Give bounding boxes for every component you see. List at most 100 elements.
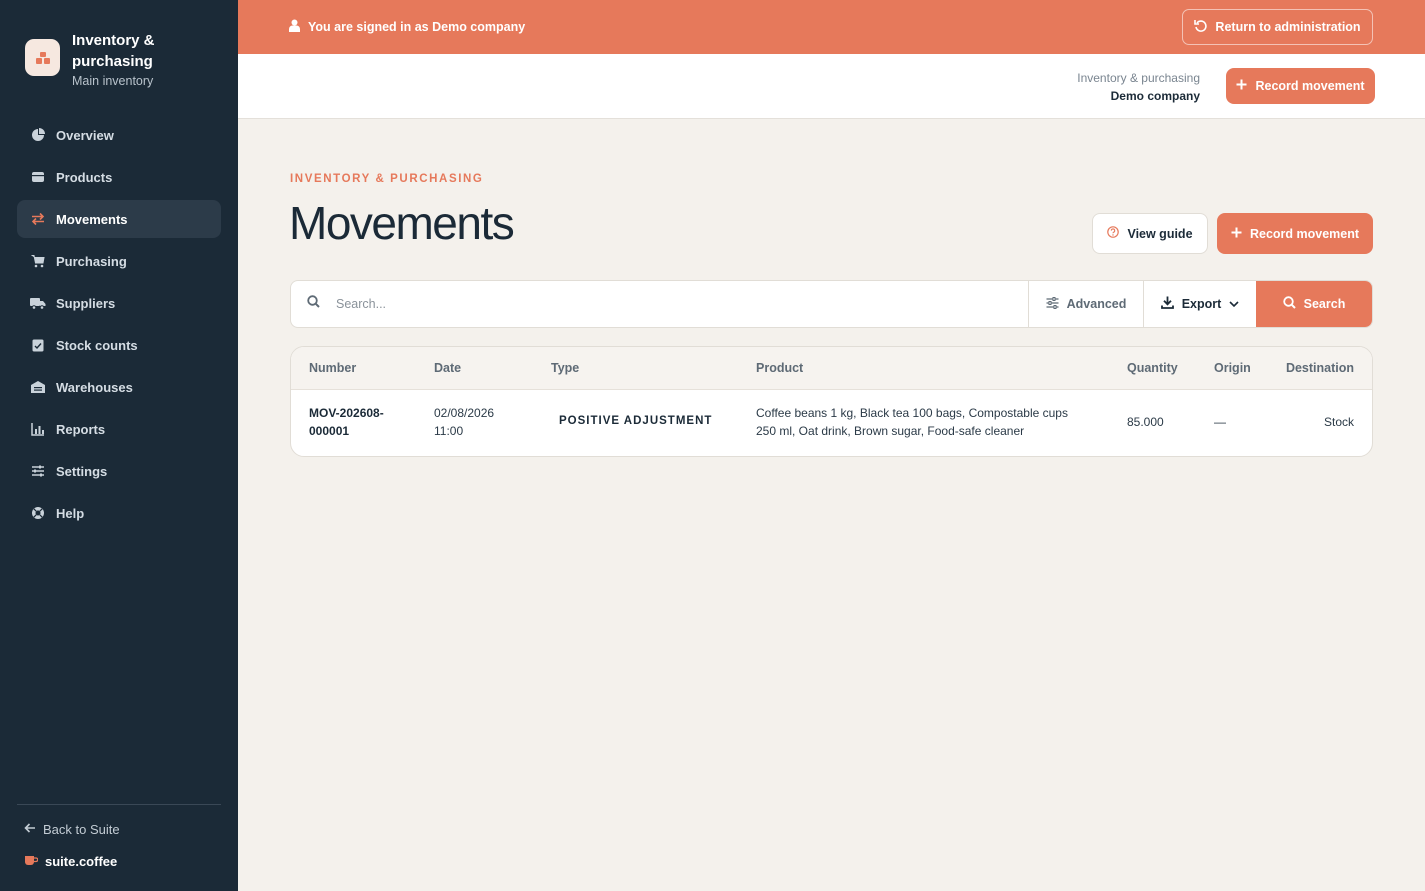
movements-table: Number Date Type Product Quantity Origin… [290, 346, 1373, 457]
product-line-1: Coffee beans 1 kg, Black tea 100 bags, C… [756, 406, 1068, 420]
sidebar-item-movements[interactable]: Movements [17, 200, 221, 238]
back-to-suite-link[interactable]: Back to Suite [24, 822, 120, 837]
sidebar: Inventory & purchasing Main inventory Ov… [0, 0, 238, 891]
product-line-2: 250 ml, Oat drink, Brown sugar, Food-saf… [756, 424, 1025, 438]
column-header-number[interactable]: Number [309, 361, 356, 375]
search-field [291, 281, 1028, 327]
sidebar-item-products[interactable]: Products [17, 158, 221, 196]
boxes-logo-icon [25, 39, 60, 76]
sidebar-item-label: Purchasing [56, 253, 127, 269]
type-badge: POSITIVE ADJUSTMENT [559, 415, 713, 427]
search-label: Search [1303, 297, 1346, 311]
sidebar-item-overview[interactable]: Overview [17, 116, 221, 154]
cell-product: Coffee beans 1 kg, Black tea 100 bags, C… [756, 404, 1096, 440]
number-line-1: MOV-202608- [309, 406, 384, 420]
column-header-origin[interactable]: Origin [1214, 361, 1251, 375]
cell-origin: — [1214, 415, 1226, 429]
sidebar-item-reports[interactable]: Reports [17, 410, 221, 448]
export-dropdown[interactable]: Export [1143, 281, 1256, 327]
advanced-label: Advanced [1066, 297, 1127, 311]
record-movement-label: Record movement [1249, 226, 1360, 241]
sidebar-nav: Overview Products Movements Purchasing S… [17, 116, 221, 536]
sidebar-item-suppliers[interactable]: Suppliers [17, 284, 221, 322]
cell-number: MOV-202608- 000001 [309, 404, 384, 440]
cart-icon [30, 253, 46, 269]
sidebar-item-label: Stock counts [56, 337, 138, 353]
sidebar-item-label: Suppliers [56, 295, 116, 311]
sliders-icon [1046, 296, 1059, 312]
search-input[interactable] [336, 297, 936, 311]
sidebar-item-label: Settings [56, 463, 108, 479]
arrow-left-icon [24, 822, 36, 837]
sidebar-item-label: Help [56, 505, 85, 521]
plus-icon [1231, 227, 1242, 241]
warehouse-icon [30, 379, 46, 395]
clipboard-check-icon [30, 337, 46, 353]
view-guide-button[interactable]: View guide [1092, 213, 1208, 254]
column-header-quantity[interactable]: Quantity [1127, 361, 1178, 375]
number-line-2: 000001 [309, 424, 350, 438]
record-movement-label: Record movement [1255, 79, 1365, 93]
page-title: Movements [289, 197, 515, 249]
bar-chart-icon [30, 421, 46, 437]
brand-subtitle: Main inventory [72, 74, 154, 88]
search-bar: Advanced Export Search [290, 280, 1373, 328]
banner-text: You are signed in as Demo company [308, 20, 526, 34]
box-icon [30, 169, 46, 185]
column-header-type[interactable]: Type [551, 361, 579, 375]
header-context: Inventory & purchasing Demo company [1077, 69, 1200, 105]
sliders-icon [30, 463, 46, 479]
sidebar-item-label: Overview [56, 127, 114, 143]
advanced-filter-button[interactable]: Advanced [1028, 281, 1143, 327]
search-icon [307, 295, 320, 313]
brand[interactable]: Inventory & purchasing Main inventory [25, 30, 192, 89]
undo-icon [1194, 19, 1208, 35]
suite-brand-label: suite.coffee [45, 854, 118, 869]
page-eyebrow: INVENTORY & PURCHASING [290, 173, 484, 185]
header-company: Demo company [1110, 89, 1200, 103]
sidebar-item-label: Products [56, 169, 113, 185]
user-icon [289, 19, 300, 35]
column-header-date[interactable]: Date [434, 361, 461, 375]
search-button[interactable]: Search [1256, 281, 1372, 327]
back-to-suite-label: Back to Suite [43, 822, 120, 837]
sidebar-item-label: Warehouses [56, 379, 133, 395]
sidebar-item-purchasing[interactable]: Purchasing [17, 242, 221, 280]
cell-date: 02/08/2026 11:00 [434, 404, 494, 440]
record-movement-button[interactable]: Record movement [1217, 213, 1373, 254]
plus-icon [1236, 79, 1247, 93]
time-value: 11:00 [434, 424, 464, 438]
header-app-name: Inventory & purchasing [1077, 71, 1200, 85]
return-to-administration-button[interactable]: Return to administration [1182, 9, 1373, 45]
sidebar-divider [17, 804, 221, 805]
sidebar-item-settings[interactable]: Settings [17, 452, 221, 490]
question-circle-icon [1107, 226, 1120, 241]
pie-chart-icon [30, 127, 46, 143]
lifebuoy-icon [30, 505, 46, 521]
impersonation-banner: You are signed in as Demo company Return… [238, 0, 1425, 54]
cell-quantity: 85.000 [1127, 415, 1164, 429]
swap-arrows-icon [30, 211, 46, 227]
sidebar-item-stock-counts[interactable]: Stock counts [17, 326, 221, 364]
suite-brand[interactable]: suite.coffee [24, 854, 117, 869]
export-label: Export [1181, 297, 1222, 311]
view-guide-label: View guide [1127, 226, 1193, 241]
table-header: Number Date Type Product Quantity Origin… [291, 347, 1372, 390]
table-row[interactable]: MOV-202608- 000001 02/08/2026 11:00 POSI… [291, 390, 1372, 456]
date-value: 02/08/2026 [434, 406, 495, 420]
search-icon [1282, 296, 1296, 312]
header-record-movement-button[interactable]: Record movement [1226, 68, 1375, 104]
return-label: Return to administration [1215, 20, 1361, 34]
truck-icon [30, 295, 46, 311]
coffee-cup-icon [24, 854, 39, 869]
cell-destination: Stock [1323, 415, 1354, 429]
column-header-destination[interactable]: Destination [1286, 361, 1354, 375]
download-icon [1160, 296, 1174, 312]
sidebar-item-help[interactable]: Help [17, 494, 221, 532]
sidebar-item-label: Movements [56, 211, 128, 227]
top-header: Inventory & purchasing Demo company Reco… [238, 54, 1425, 119]
chevron-down-icon [1229, 297, 1239, 311]
column-header-product[interactable]: Product [756, 361, 803, 375]
sidebar-item-warehouses[interactable]: Warehouses [17, 368, 221, 406]
sidebar-item-label: Reports [56, 421, 106, 437]
